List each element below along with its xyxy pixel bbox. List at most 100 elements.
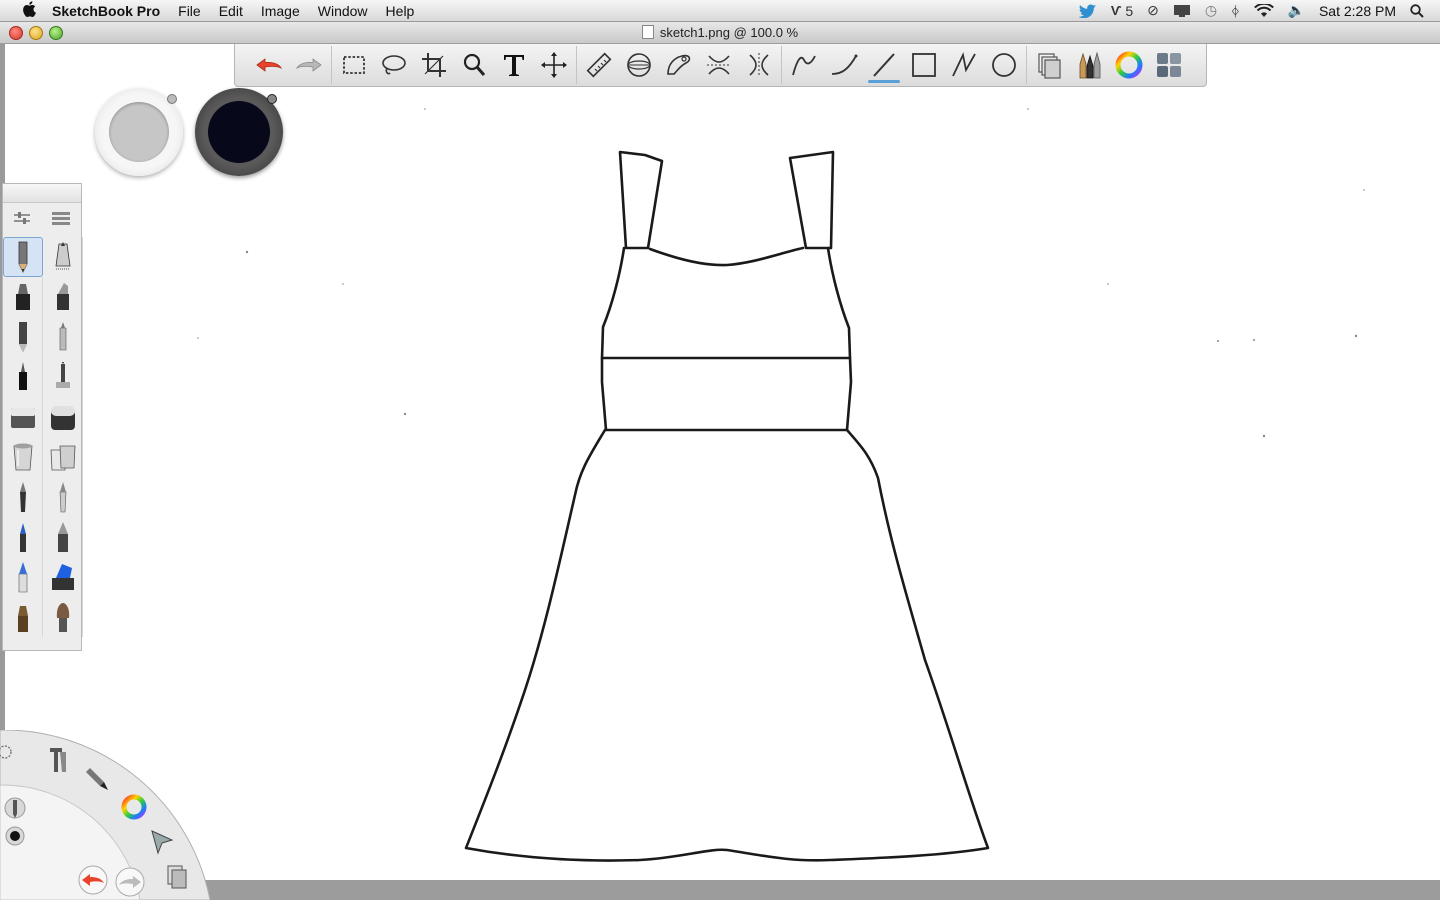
apple-icon[interactable] [18, 0, 40, 21]
brush-ink-pen[interactable] [43, 357, 83, 397]
symmetry-x-icon [707, 55, 731, 75]
ellipse-tool-button[interactable] [984, 46, 1024, 84]
menu-image[interactable]: Image [261, 3, 300, 19]
brush-properties-icon[interactable] [13, 210, 31, 231]
brush-blur[interactable] [3, 517, 43, 557]
brush-airbrush[interactable] [43, 237, 83, 277]
menu-help[interactable]: Help [386, 3, 415, 19]
copic-library-button[interactable] [1149, 46, 1189, 84]
layers-icon [1038, 53, 1061, 79]
brush-grid [3, 237, 83, 637]
freehand-line-icon [792, 55, 816, 76]
brush-fill-bucket[interactable] [43, 437, 83, 477]
redo-button[interactable] [289, 46, 329, 84]
move-transform-button[interactable] [534, 46, 574, 84]
menu-bar: SketchBook Pro File Edit Image Window He… [0, 0, 1440, 22]
move-arrows-icon [541, 52, 567, 78]
primary-color-swatch [208, 101, 270, 163]
ellipse-guide-icon [627, 53, 651, 77]
brush-highlighter[interactable] [43, 557, 83, 597]
chisel-marker-icon [56, 283, 69, 310]
brush-palette-header[interactable] [3, 184, 81, 203]
line-tool-button[interactable] [784, 46, 824, 84]
rectangle-select-button[interactable] [334, 46, 374, 84]
adobe-updates-icon[interactable]: Ѵ 5 [1111, 3, 1133, 19]
brush-paint-bucket[interactable] [3, 437, 43, 477]
brush-paint-brush[interactable] [3, 477, 43, 517]
spotlight-icon[interactable] [1410, 3, 1424, 18]
dress-sketch [464, 150, 990, 862]
brush-watercolor[interactable] [3, 557, 43, 597]
secondary-color-swatch [109, 102, 169, 162]
brush-list-view-icon[interactable] [51, 210, 71, 231]
brush-hair[interactable] [43, 597, 83, 637]
volume-icon[interactable]: 🔈 [1288, 2, 1305, 19]
app-name-menu[interactable]: SketchBook Pro [52, 3, 160, 19]
document-icon [641, 25, 654, 39]
twitter-icon[interactable] [1078, 4, 1097, 18]
brush-pencil[interactable] [3, 237, 43, 277]
crop-button[interactable] [414, 46, 454, 84]
straight-line-button[interactable] [864, 46, 904, 84]
brush-soft-eraser[interactable] [43, 397, 83, 437]
brush-hard-eraser[interactable] [3, 397, 43, 437]
symmetry-y-button[interactable] [739, 46, 779, 84]
lagoon-undo-icon[interactable] [78, 865, 108, 895]
sync-icon[interactable]: ⊘ [1147, 2, 1159, 19]
menu-edit[interactable]: Edit [219, 3, 243, 19]
ellipse-guide-button[interactable] [619, 46, 659, 84]
brush-sharpen[interactable] [43, 517, 83, 557]
felt-pen-icon [59, 322, 66, 351]
lagoon-pencil-icon[interactable] [4, 797, 26, 819]
text-tool-button[interactable] [494, 46, 534, 84]
menu-window[interactable]: Window [318, 3, 368, 19]
time-machine-icon[interactable]: ◷ [1205, 2, 1217, 19]
rectangle-select-icon [343, 56, 365, 74]
color-wheel-button[interactable] [1109, 46, 1149, 84]
fineliner-icon [18, 362, 27, 390]
curve-tool-button[interactable] [824, 46, 864, 84]
puck-knob [167, 94, 177, 104]
fill-bucket-icon [50, 445, 75, 471]
bluetooth-icon[interactable]: ᛄ [1231, 3, 1239, 19]
brush-felt-pen[interactable] [43, 317, 83, 357]
flat-brush-icon [17, 606, 28, 632]
lagoon-redo-icon[interactable] [115, 867, 145, 897]
brush-chisel-marker[interactable] [43, 277, 83, 317]
menu-file[interactable]: File [178, 3, 201, 19]
wifi-icon[interactable] [1253, 3, 1274, 18]
undo-button[interactable] [249, 46, 289, 84]
redo-icon [295, 58, 322, 72]
ballpoint-pen-icon [18, 322, 27, 352]
straight-line-icon [873, 53, 895, 77]
hair-brush-icon [56, 603, 69, 632]
layers-button[interactable] [1029, 46, 1069, 84]
rectangle-tool-button[interactable] [904, 46, 944, 84]
french-curve-icon [667, 54, 691, 75]
paint-bucket-icon [13, 443, 32, 471]
ruler-button[interactable] [579, 46, 619, 84]
brush-smudge[interactable] [43, 477, 83, 517]
brushes-icon [1079, 51, 1101, 79]
symmetry-x-button[interactable] [699, 46, 739, 84]
brush-fineliner[interactable] [3, 357, 43, 397]
brush-flat[interactable] [3, 597, 43, 637]
display-icon[interactable] [1173, 4, 1191, 18]
secondary-color-puck[interactable] [95, 88, 183, 176]
brush-marker[interactable] [3, 277, 43, 317]
lasso-icon [382, 55, 406, 75]
brush-ballpoint[interactable] [3, 317, 43, 357]
curve-icon [831, 54, 858, 75]
brush-palette [2, 183, 83, 651]
paint-brush-icon [19, 482, 26, 512]
puck-knob [267, 94, 277, 104]
brush-palette-button[interactable] [1069, 46, 1109, 84]
ink-pen-icon [55, 362, 70, 388]
lagoon-color-dot-icon[interactable] [5, 826, 25, 846]
zoom-button[interactable] [454, 46, 494, 84]
clock[interactable]: Sat 2:28 PM [1319, 3, 1396, 19]
lasso-select-button[interactable] [374, 46, 414, 84]
french-curve-button[interactable] [659, 46, 699, 84]
polyline-tool-button[interactable] [944, 46, 984, 84]
primary-color-puck[interactable] [195, 88, 283, 176]
